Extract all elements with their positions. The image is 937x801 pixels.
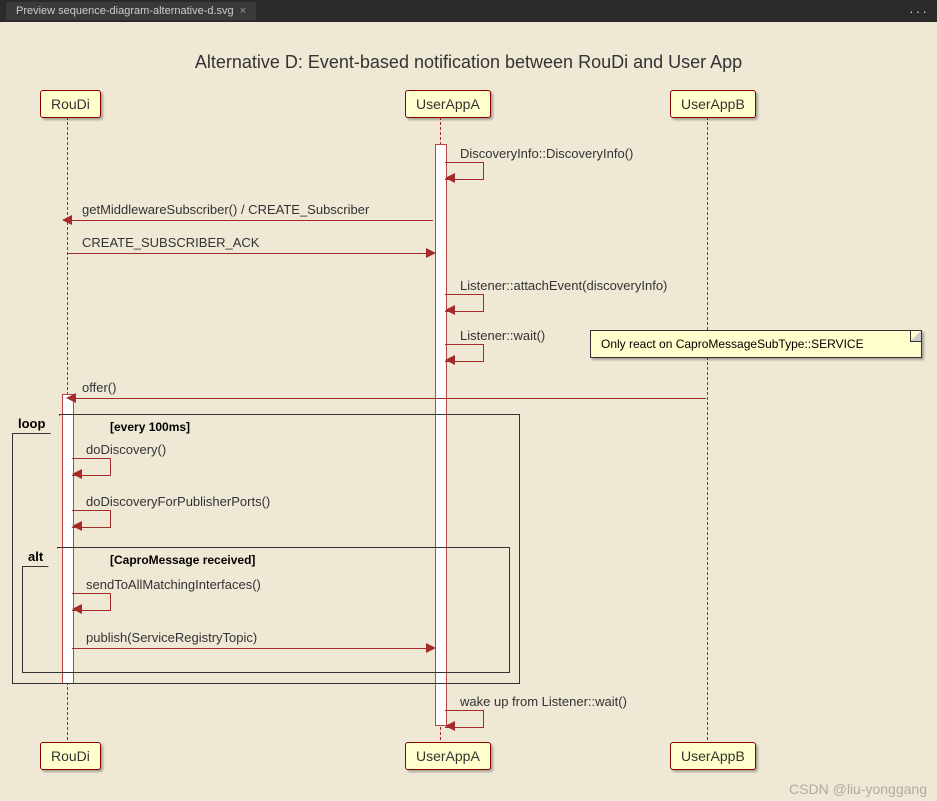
diagram-canvas: Alternative D: Event-based notification …	[0, 22, 937, 801]
arrowhead	[445, 355, 455, 365]
msg-getmiddleware: getMiddlewareSubscriber() / CREATE_Subsc…	[82, 202, 369, 217]
diagram-title: Alternative D: Event-based notification …	[0, 52, 937, 73]
arrowhead	[62, 215, 72, 225]
title-bar: Preview sequence-diagram-alternative-d.s…	[0, 0, 937, 22]
arrowhead	[66, 393, 76, 403]
arrowhead	[445, 173, 455, 183]
msg-offer: offer()	[82, 380, 116, 395]
msg-discoveryinfo: DiscoveryInfo::DiscoveryInfo()	[460, 146, 633, 161]
note-capro: Only react on CaproMessageSubType::SERVI…	[590, 330, 922, 358]
msg-dodiscovery: doDiscovery()	[86, 442, 166, 457]
arrowhead	[445, 305, 455, 315]
participant-userappb-top: UserAppB	[670, 90, 756, 118]
msg-publish: publish(ServiceRegistryTopic)	[86, 630, 257, 645]
arrowhead	[426, 248, 436, 258]
arrowhead	[445, 721, 455, 731]
close-icon[interactable]: ×	[240, 5, 246, 17]
arrowhead	[72, 521, 82, 531]
participant-roudi-bottom: RouDi	[40, 742, 101, 770]
arrow	[68, 253, 428, 254]
lifeline-userappb	[707, 117, 708, 740]
arrowhead	[72, 469, 82, 479]
arrow	[70, 220, 433, 221]
editor-tab[interactable]: Preview sequence-diagram-alternative-d.s…	[6, 2, 256, 20]
participant-userappa-top: UserAppA	[405, 90, 491, 118]
msg-listenerwait: Listener::wait()	[460, 328, 545, 343]
participant-userappa-bottom: UserAppA	[405, 742, 491, 770]
watermark: CSDN @liu-yonggang	[789, 781, 927, 797]
overflow-icon[interactable]: ···	[909, 3, 929, 19]
arrow	[74, 398, 706, 399]
participant-userappb-bottom: UserAppB	[670, 742, 756, 770]
frame-loop-cond: [every 100ms]	[110, 420, 190, 434]
arrowhead	[72, 604, 82, 614]
arrowhead	[426, 643, 436, 653]
frame-alt-cond: [CaproMessage received]	[110, 553, 255, 567]
msg-attachevent: Listener::attachEvent(discoveryInfo)	[460, 278, 667, 293]
participant-roudi-top: RouDi	[40, 90, 101, 118]
msg-createsubscriberack: CREATE_SUBSCRIBER_ACK	[82, 235, 259, 250]
msg-dodiscoverypub: doDiscoveryForPublisherPorts()	[86, 494, 270, 509]
arrow	[72, 648, 428, 649]
msg-wakeup: wake up from Listener::wait()	[460, 694, 627, 709]
msg-sendtoall: sendToAllMatchingInterfaces()	[86, 577, 261, 592]
tab-title: Preview sequence-diagram-alternative-d.s…	[16, 5, 234, 17]
